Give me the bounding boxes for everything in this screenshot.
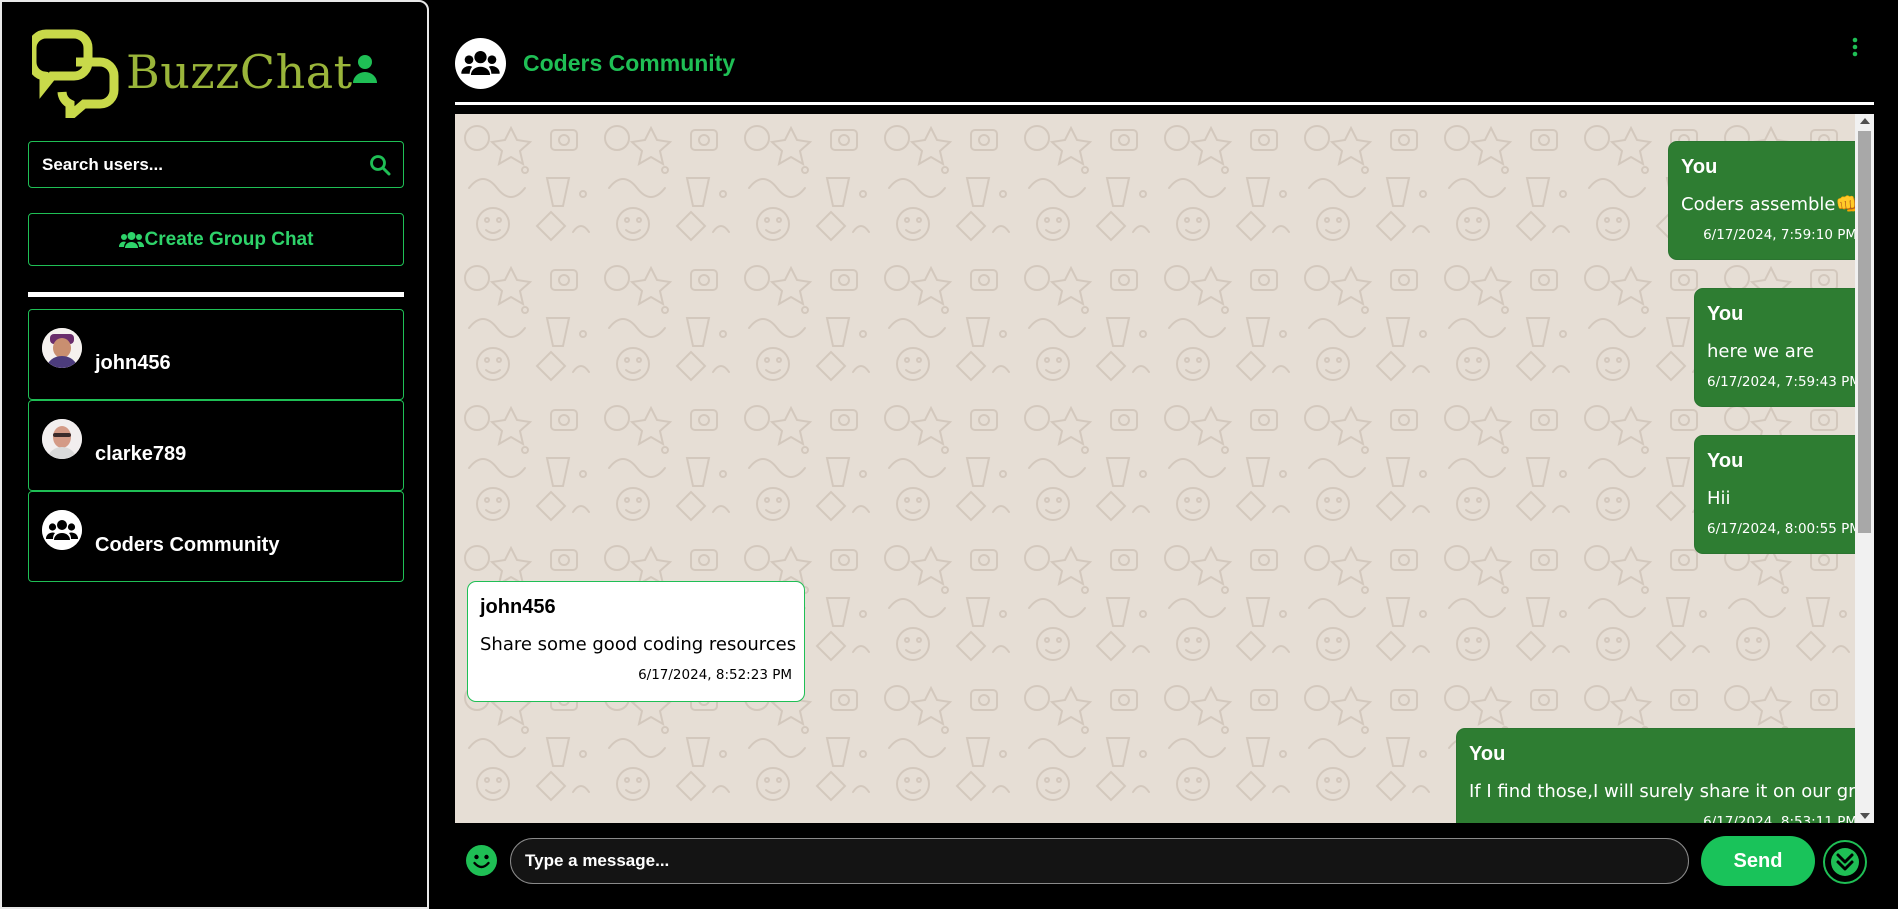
message-timestamp: 6/17/2024, 7:59:10 PM [1703, 227, 1857, 243]
brand: BuzzChat [32, 26, 353, 118]
message-timestamp: 6/17/2024, 7:59:43 PM [1707, 374, 1861, 390]
chat-item-john456[interactable]: john456 [28, 309, 404, 400]
message-sender: john456 [480, 596, 556, 618]
message-text: Hii [1707, 488, 1731, 509]
brand-name: BuzzChat [126, 45, 353, 99]
message-sender: You [1707, 450, 1744, 472]
create-group-chat-button[interactable]: Create Group Chat [28, 213, 404, 266]
message-input[interactable] [510, 838, 1689, 884]
search-box [28, 141, 404, 188]
message-bubble-outgoing: You here we are 6/17/2024, 7:59:43 PM [1694, 288, 1870, 407]
group-icon [461, 51, 500, 75]
sidebar: BuzzChat Create Group Chat [0, 0, 429, 909]
message-text: Share some good coding resources [480, 634, 797, 655]
message-bubble-outgoing: You If I find those,I will surely share … [1456, 728, 1870, 823]
message-timestamp: 6/17/2024, 8:00:55 PM [1707, 521, 1861, 537]
chat-header-avatar [455, 38, 506, 89]
avatar [42, 510, 82, 550]
chat-title: Coders Community [523, 50, 736, 76]
send-button[interactable]: Send [1701, 836, 1815, 886]
message-list[interactable]: You Coders assemble👊 6/17/2024, 7:59:10 … [455, 114, 1874, 823]
chat-wallpaper [455, 114, 1855, 823]
message-bubble-outgoing: You Coders assemble👊 6/17/2024, 7:59:10 … [1668, 141, 1870, 260]
message-scrollbar[interactable] [1855, 114, 1874, 823]
chat-item-coders-community[interactable]: Coders Community [28, 491, 404, 582]
message-bubble-outgoing: You Hii 6/17/2024, 8:00:55 PM [1694, 435, 1870, 554]
scroll-down-arrow-icon[interactable] [1860, 813, 1870, 819]
sidebar-divider [28, 292, 404, 297]
message-sender: You [1469, 743, 1506, 765]
avatar [42, 328, 82, 368]
user-profile-icon[interactable] [352, 54, 378, 84]
avatar [42, 419, 82, 459]
message-timestamp: 6/17/2024, 8:53:11 PM [1703, 814, 1857, 823]
users-icon [118, 231, 144, 248]
user-photo-icon [42, 328, 82, 368]
chat-panel: Coders Community You Coders assemble👊 6/… [430, 0, 1898, 909]
search-input[interactable] [29, 154, 369, 175]
scroll-up-arrow-icon[interactable] [1860, 118, 1870, 124]
message-sender: You [1707, 303, 1744, 325]
logo-icon [32, 29, 119, 118]
message-timestamp: 6/17/2024, 8:52:23 PM [638, 667, 792, 683]
more-options-icon[interactable] [1848, 36, 1862, 58]
group-icon [42, 510, 82, 550]
search-icon[interactable] [369, 154, 391, 176]
emoji-icon[interactable] [466, 845, 497, 876]
message-text: Coders assemble👊 [1681, 194, 1858, 215]
chat-item-name: john456 [95, 352, 171, 374]
scrollbar-thumb[interactable] [1858, 131, 1871, 533]
message-text: here we are [1707, 341, 1814, 362]
message-sender: You [1681, 156, 1718, 178]
chat-item-name: Coders Community [95, 534, 280, 556]
message-bubble-incoming: john456 Share some good coding resources… [467, 581, 805, 702]
chat-list: john456 clarke789 Coders Community [28, 309, 404, 582]
double-chevron-down-icon [1831, 848, 1859, 876]
header-divider [455, 102, 1874, 105]
scroll-to-bottom-button[interactable] [1823, 840, 1867, 884]
user-photo-icon [42, 419, 82, 459]
message-text: If I find those,I will surely share it o… [1469, 781, 1867, 802]
chat-item-clarke789[interactable]: clarke789 [28, 400, 404, 491]
chat-item-name: clarke789 [95, 443, 187, 465]
create-group-chat-label: Create Group Chat [144, 228, 314, 250]
